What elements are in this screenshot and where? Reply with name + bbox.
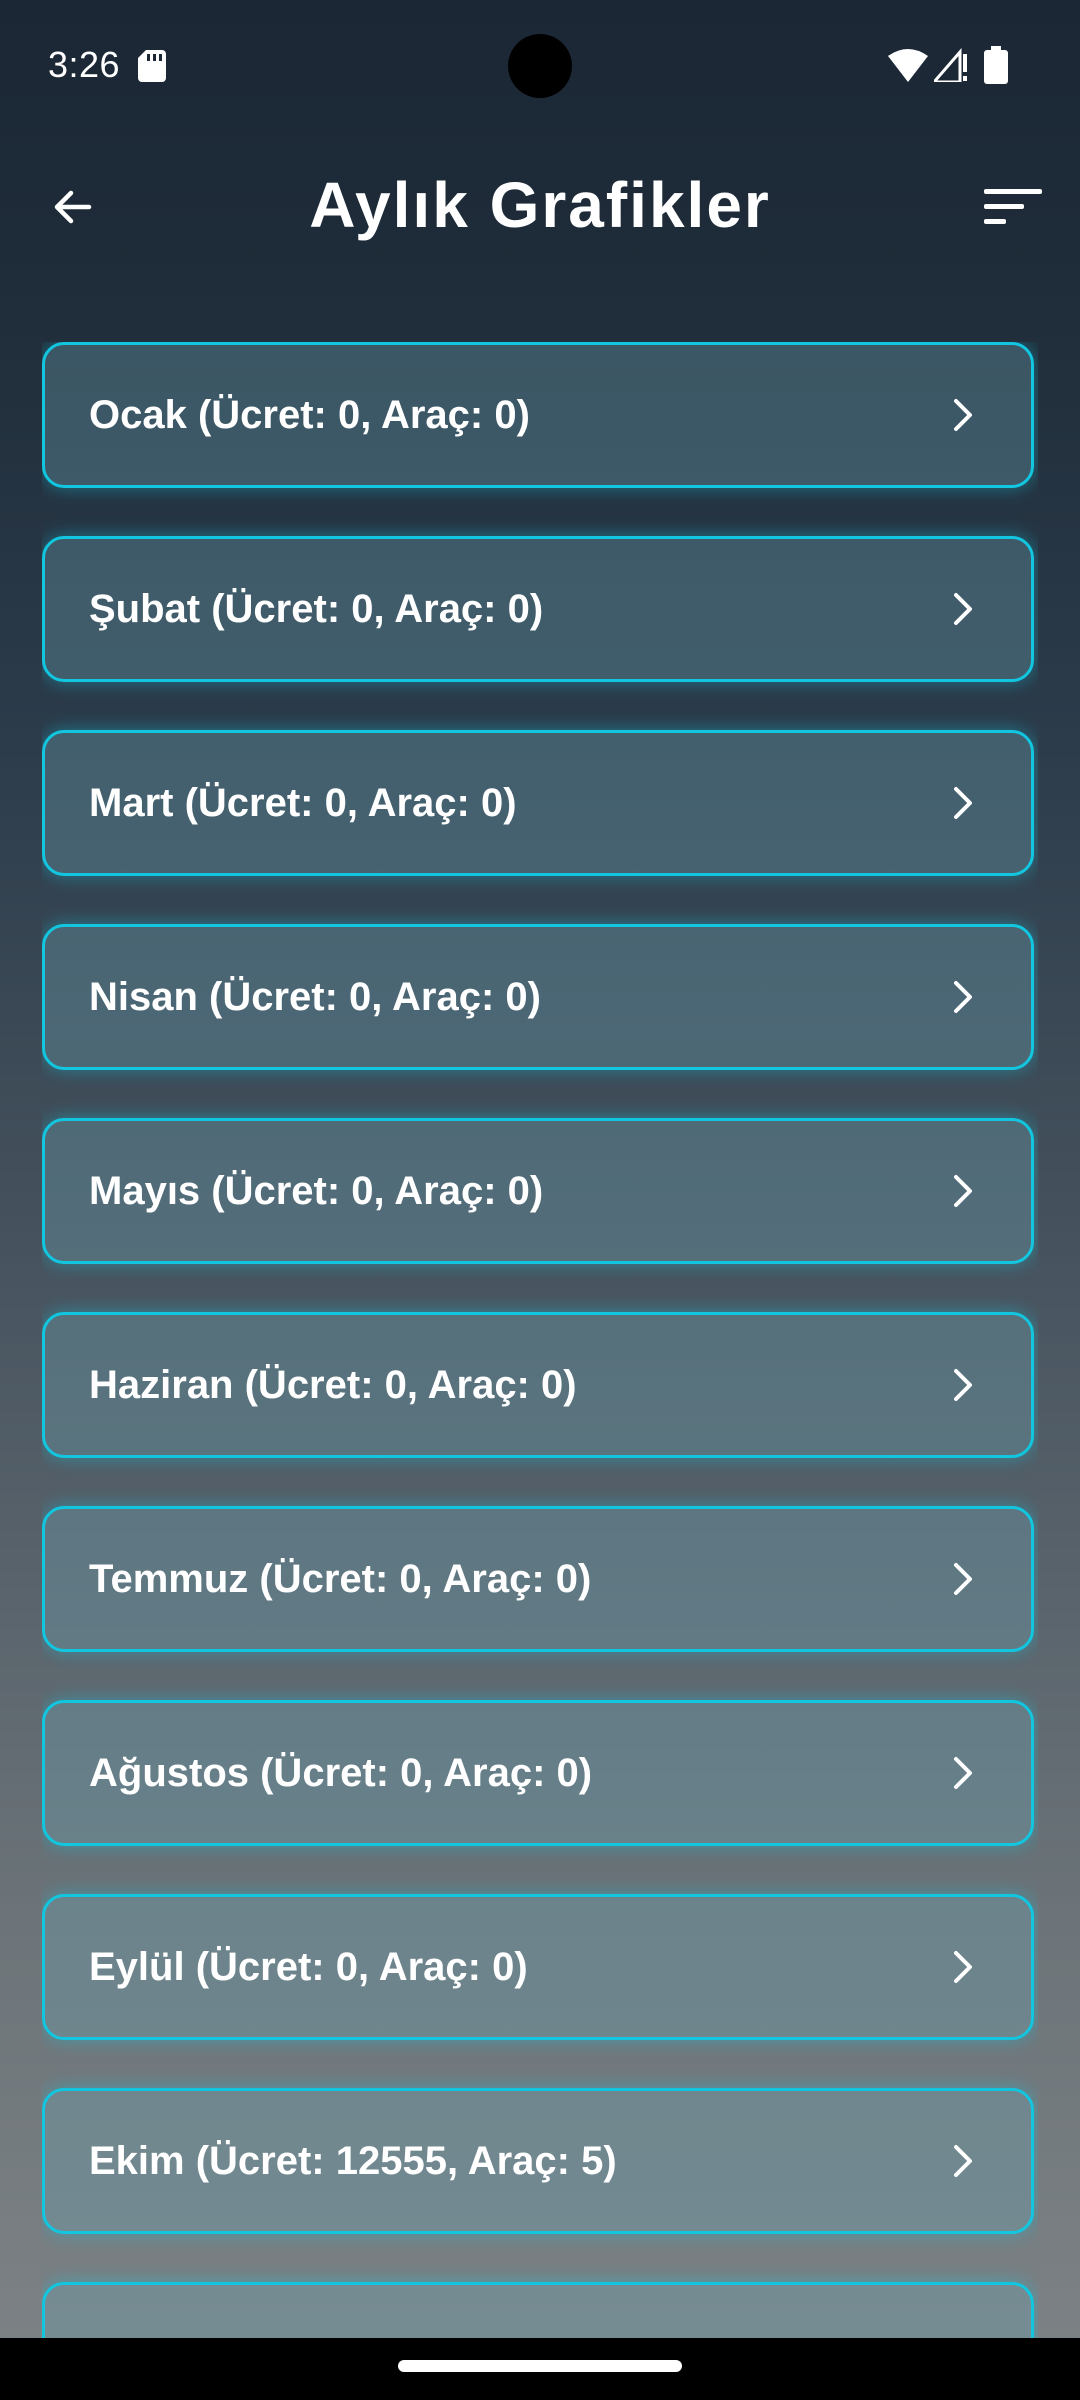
month-label: Mayıs (Ücret: 0, Araç: 0) (89, 1169, 544, 1213)
page-title: Aylık Grafikler (309, 169, 771, 241)
chevron-right-icon (954, 981, 972, 1013)
signal-icon (934, 48, 967, 82)
chevron-right-icon (954, 1563, 972, 1595)
status-time: 3:26 (48, 44, 121, 85)
sort-button[interactable] (976, 170, 1050, 244)
month-card-haziran[interactable]: Haziran (Ücret: 0, Araç: 0) (42, 1312, 1034, 1458)
sd-card-icon (138, 50, 166, 82)
battery-icon (984, 46, 1008, 84)
month-label: Eylül (Ücret: 0, Araç: 0) (89, 1945, 528, 1989)
chevron-right-icon (954, 787, 972, 819)
month-card-nisan[interactable]: Nisan (Ücret: 0, Araç: 0) (42, 924, 1034, 1070)
month-list: Ocak (Ücret: 0, Araç: 0) Şubat (Ücret: 0… (42, 342, 1038, 2338)
month-label: Ekim (Ücret: 12555, Araç: 5) (89, 2139, 617, 2183)
month-label: Mart (Ücret: 0, Araç: 0) (89, 781, 517, 825)
month-card-mart[interactable]: Mart (Ücret: 0, Araç: 0) (42, 730, 1034, 876)
month-label: Ağustos (Ücret: 0, Araç: 0) (89, 1751, 593, 1795)
month-card-subat[interactable]: Şubat (Ücret: 0, Araç: 0) (42, 536, 1034, 682)
system-nav-bar (0, 2338, 1080, 2400)
month-card-ekim[interactable]: Ekim (Ücret: 12555, Araç: 5) (42, 2088, 1034, 2234)
app-bar: Aylık Grafikler (0, 150, 1080, 260)
month-label: Ocak (Ücret: 0, Araç: 0) (89, 393, 530, 437)
chevron-right-icon (954, 593, 972, 625)
chevron-right-icon (954, 1757, 972, 1789)
month-card-eylul[interactable]: Eylül (Ücret: 0, Araç: 0) (42, 1894, 1034, 2040)
sort-icon (984, 189, 1042, 224)
chevron-right-icon (954, 399, 972, 431)
wifi-icon (888, 49, 928, 82)
month-card-mayis[interactable]: Mayıs (Ücret: 0, Araç: 0) (42, 1118, 1034, 1264)
month-label: Temmuz (Ücret: 0, Araç: 0) (89, 1557, 592, 1601)
status-bar: 3:26 (0, 0, 1080, 132)
chevron-right-icon (954, 2145, 972, 2177)
month-label: Şubat (Ücret: 0, Araç: 0) (89, 587, 544, 631)
chevron-right-icon (954, 1951, 972, 1983)
chevron-right-icon (954, 1369, 972, 1401)
camera-cutout (508, 34, 572, 98)
month-label: Haziran (Ücret: 0, Araç: 0) (89, 1363, 577, 1407)
month-label: Nisan (Ücret: 0, Araç: 0) (89, 975, 541, 1019)
month-card-ocak[interactable]: Ocak (Ücret: 0, Araç: 0) (42, 342, 1034, 488)
screen: 3:26 Aylık Grafikler Ocak (Ücret: 0, Ara… (0, 0, 1080, 2400)
month-card-temmuz[interactable]: Temmuz (Ücret: 0, Araç: 0) (42, 1506, 1034, 1652)
month-card-agustos[interactable]: Ağustos (Ücret: 0, Araç: 0) (42, 1700, 1034, 1846)
month-card-partial[interactable] (42, 2282, 1034, 2338)
chevron-right-icon (954, 1175, 972, 1207)
home-indicator[interactable] (398, 2360, 682, 2372)
